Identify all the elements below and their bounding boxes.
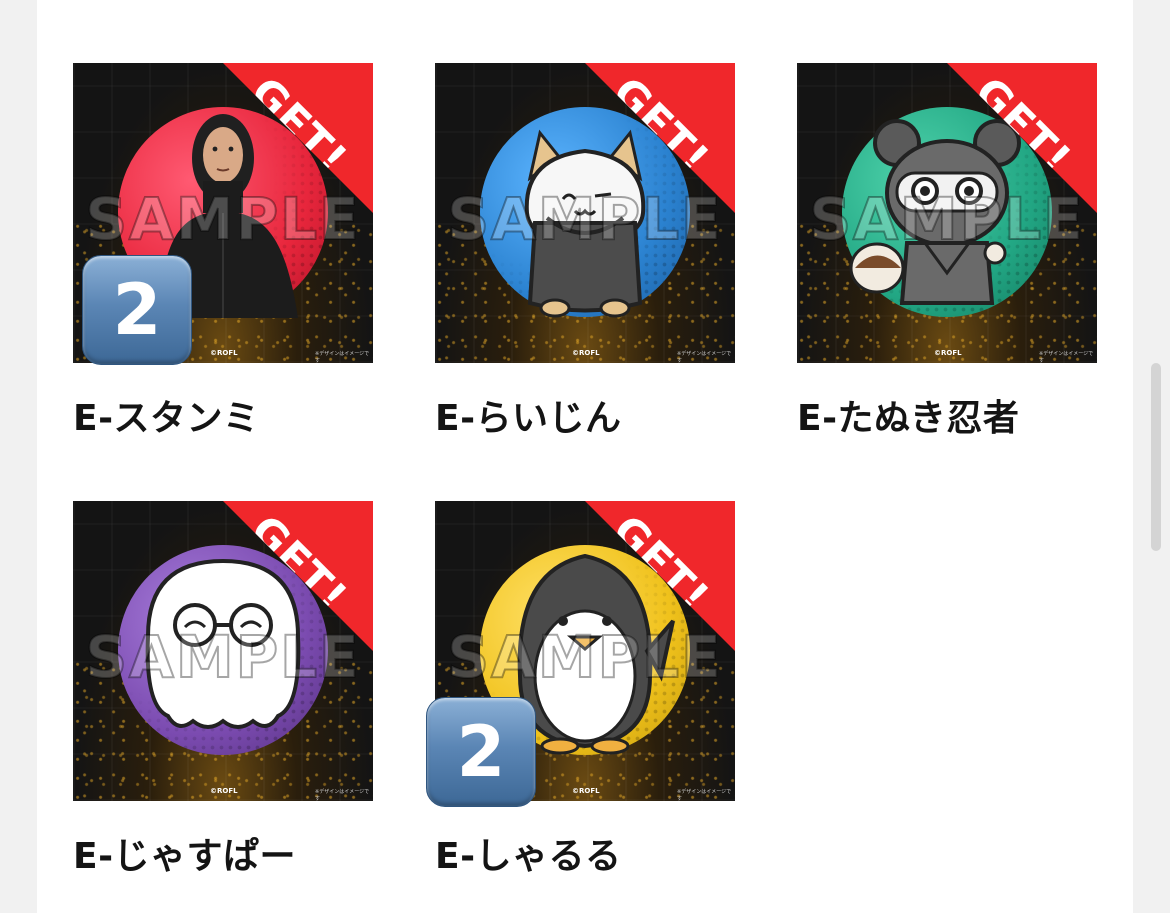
item-name: E-たぬき忍者 [797, 398, 1020, 439]
keycap-digit-two-icon: 2 [82, 255, 192, 365]
item-name: E-らいじん [435, 398, 622, 439]
item-card-e-tanuki-ninja[interactable]: SAMPLE ©ROFL ※デザインはイメージです GET! E-たぬき忍者 [797, 63, 1097, 439]
design-note-text: ※デザインはイメージです [1039, 351, 1094, 363]
scrollbar-thumb[interactable] [1151, 363, 1161, 551]
design-note-text: ※デザインはイメージです [315, 789, 370, 801]
design-note-text: ※デザインはイメージです [315, 351, 370, 363]
item-thumbnail[interactable]: SAMPLE ©ROFL ※デザインはイメージです GET! [435, 63, 735, 363]
item-card-e-jasper[interactable]: SAMPLE ©ROFL ※デザインはイメージです GET! E-じゃすぱー [73, 501, 373, 877]
item-name: E-しゃるる [435, 836, 622, 877]
copyright-text: ©ROFL [572, 349, 600, 357]
sample-watermark: SAMPLE [808, 184, 1085, 254]
copyright-text: ©ROFL [210, 349, 238, 357]
sample-watermark: SAMPLE [446, 184, 723, 254]
sample-watermark: SAMPLE [84, 622, 361, 692]
item-thumbnail[interactable]: SAMPLE ©ROFL ※デザインはイメージです GET! [797, 63, 1097, 363]
item-name: E-じゃすぱー [73, 836, 297, 877]
sample-watermark: SAMPLE [84, 184, 361, 254]
sample-watermark: SAMPLE [446, 622, 723, 692]
item-card-e-raijin[interactable]: SAMPLE ©ROFL ※デザインはイメージです GET! E-らいじん [435, 63, 735, 439]
copyright-text: ©ROFL [934, 349, 962, 357]
copyright-text: ©ROFL [572, 787, 600, 795]
copyright-text: ©ROFL [210, 787, 238, 795]
design-note-text: ※デザインはイメージです [677, 351, 732, 363]
keycap-digit-two-icon: 2 [426, 697, 536, 807]
item-thumbnail[interactable]: SAMPLE ©ROFL ※デザインはイメージです GET! [73, 501, 373, 801]
item-name: E-スタンミ [73, 398, 260, 439]
design-note-text: ※デザインはイメージです [677, 789, 732, 801]
